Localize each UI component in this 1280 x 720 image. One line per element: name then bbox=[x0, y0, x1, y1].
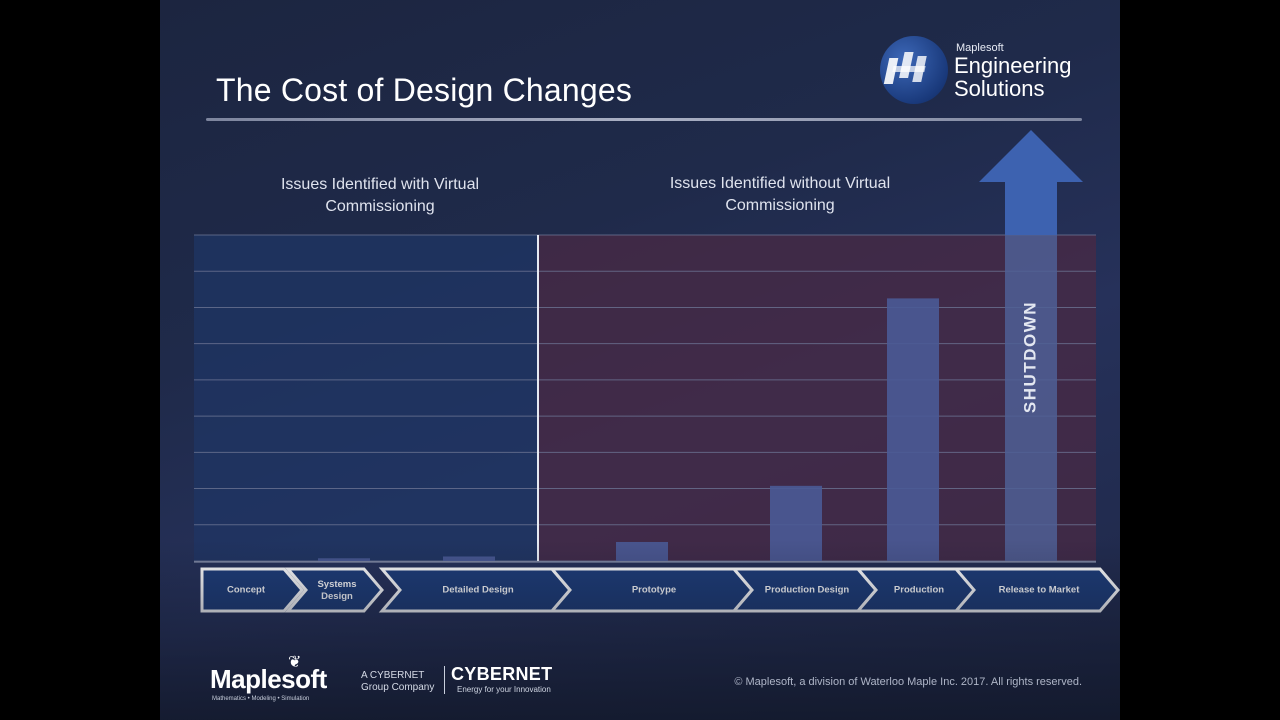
bar-prototype bbox=[616, 541, 668, 561]
maplesoft-tagline: Mathematics • Modeling • Simulation bbox=[212, 696, 310, 702]
category-label: Detailed Design bbox=[442, 585, 513, 596]
cybernet-tagline: Energy for your Innovation bbox=[457, 685, 551, 694]
footer: Maplesoft ❦ Mathematics • Modeling • Sim… bbox=[160, 650, 1120, 710]
category-label: Production bbox=[894, 585, 944, 596]
cybernet-group-text: A CYBERNET Group Company bbox=[361, 670, 435, 693]
bar-detailed-design bbox=[443, 556, 495, 561]
slide: The Cost of Design Changes Maplesoft Eng… bbox=[160, 0, 1120, 720]
region-with-vc bbox=[194, 235, 538, 561]
bar-production bbox=[887, 298, 939, 561]
category-label: Concept bbox=[227, 585, 266, 596]
cybernet-logo: CYBERNET bbox=[451, 664, 553, 684]
category-label: Production Design bbox=[765, 585, 850, 596]
maplesoft-logo: Maplesoft bbox=[210, 664, 327, 694]
bar-systems-design bbox=[318, 558, 370, 561]
maple-leaf-icon: ❦ bbox=[288, 654, 302, 671]
bar-production-design bbox=[770, 485, 822, 561]
copyright-text: © Maplesoft, a division of Waterloo Mapl… bbox=[734, 676, 1082, 688]
shutdown-label: SHUTDOWN bbox=[1020, 301, 1039, 413]
cost-chart: SHUTDOWN Concept Systems Design Detailed Des… bbox=[194, 130, 1120, 613]
up-arrow-icon bbox=[979, 130, 1083, 182]
category-label: Release to Market bbox=[999, 585, 1081, 596]
arrow-shaft bbox=[1005, 180, 1057, 235]
category-label: Systems Design bbox=[317, 579, 356, 602]
category-label: Prototype bbox=[632, 585, 676, 596]
footer-divider bbox=[444, 666, 445, 694]
